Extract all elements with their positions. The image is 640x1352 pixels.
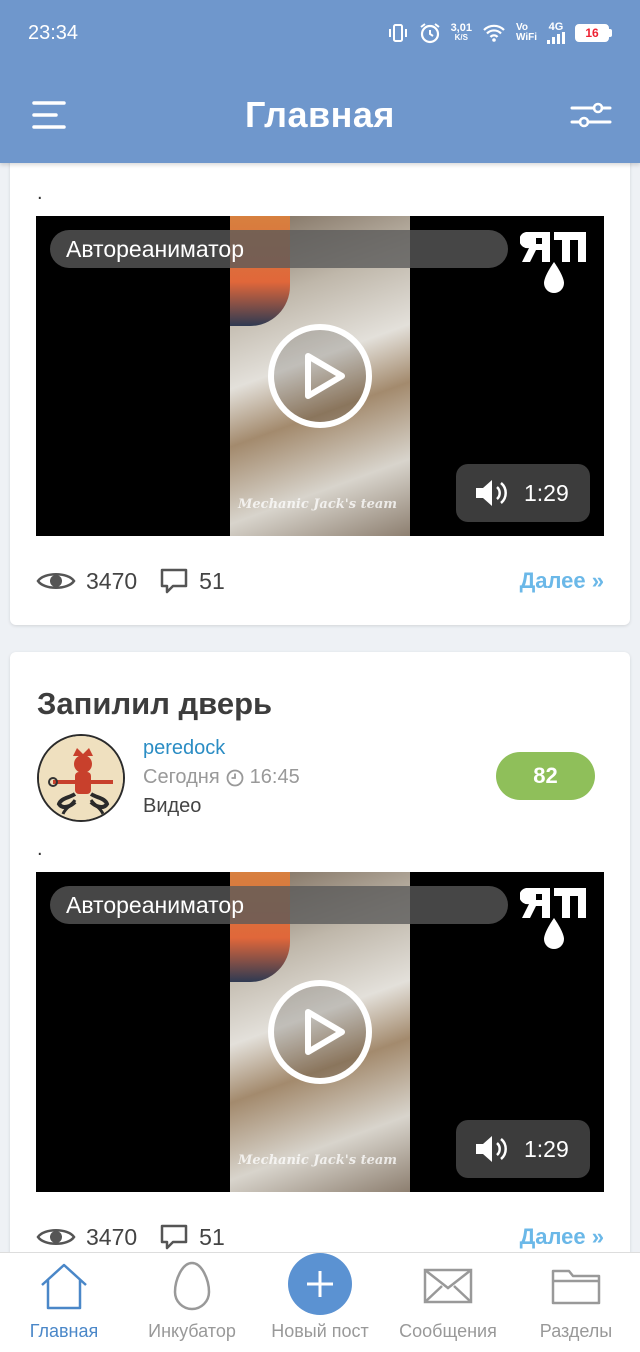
plus-icon xyxy=(307,1271,333,1297)
menu-icon[interactable] xyxy=(32,100,66,130)
filter-icon[interactable] xyxy=(570,100,612,130)
bottom-nav: Главная Инкубатор Новый пост Сообщения Р… xyxy=(0,1252,640,1352)
yap-logo-icon xyxy=(520,232,586,293)
avatar[interactable] xyxy=(37,734,125,822)
post-title[interactable]: Запилил дверь xyxy=(37,686,272,722)
status-bar: 23:34 3,01 K/S Vo WiFi 4G 16 xyxy=(0,0,640,66)
avatar-image xyxy=(39,736,123,820)
views-count: 3470 xyxy=(86,567,138,594)
read-more-link[interactable]: Далее » xyxy=(520,568,604,594)
vowifi-label: Vo WiFi xyxy=(515,22,537,43)
eye-icon xyxy=(36,573,76,589)
post-text: . xyxy=(37,838,43,860)
video-watermark: Mechanic Jack's team xyxy=(238,1153,398,1168)
post-tag[interactable]: Видео xyxy=(143,795,201,818)
comments-count: 51 xyxy=(199,1223,225,1250)
nav-label: Инкубатор xyxy=(148,1321,236,1341)
nav-label: Новый пост xyxy=(271,1321,369,1341)
alarm-icon xyxy=(419,23,440,44)
status-time: 23:34 xyxy=(28,21,79,44)
nav-new-post[interactable]: Новый пост xyxy=(256,1253,384,1352)
signal-indicator: 4G xyxy=(547,22,565,44)
nav-incubator[interactable]: Инкубатор xyxy=(128,1253,256,1352)
read-more-link[interactable]: Далее » xyxy=(520,1224,604,1250)
yap-logo-icon xyxy=(520,888,586,949)
post-stats: 3470 51 Далее » xyxy=(36,563,604,599)
egg-icon xyxy=(173,1261,211,1311)
status-icons: 3,01 K/S Vo WiFi 4G 16 xyxy=(387,22,612,44)
post-card: . Mechanic Jack's team Автореаниматор 1:… xyxy=(10,140,630,625)
eye-icon xyxy=(36,1229,76,1245)
video-player[interactable]: Mechanic Jack's team Автореаниматор 1:29 xyxy=(36,872,604,1192)
video-watermark: Mechanic Jack's team xyxy=(238,497,398,512)
nav-sections[interactable]: Разделы xyxy=(512,1253,640,1352)
folder-icon xyxy=(551,1269,601,1305)
video-category-label: Автореаниматор xyxy=(50,886,508,924)
video-duration-pill: 1:29 xyxy=(456,464,590,522)
post-card: Запилил дверь peredock Сегодня 16:45 Вид… xyxy=(10,652,630,1332)
nav-home[interactable]: Главная xyxy=(0,1253,128,1352)
views-count: 3470 xyxy=(86,1223,138,1250)
post-text: . xyxy=(37,182,43,204)
clock-icon xyxy=(226,769,244,786)
comment-icon xyxy=(160,568,188,594)
volume-icon[interactable] xyxy=(474,478,508,508)
net-speed: 3,01 K/S xyxy=(450,22,472,43)
author-name[interactable]: peredock xyxy=(143,737,225,760)
video-duration: 1:29 xyxy=(524,479,569,506)
video-player[interactable]: Mechanic Jack's team Автореаниматор 1:29 xyxy=(36,216,604,536)
video-duration: 1:29 xyxy=(524,1135,569,1162)
post-datetime: Сегодня 16:45 xyxy=(143,766,300,788)
post-stats: 3470 51 Далее » xyxy=(36,1219,604,1255)
signal-bars-icon xyxy=(547,32,565,44)
play-icon[interactable] xyxy=(266,978,374,1086)
nav-label: Разделы xyxy=(539,1321,613,1341)
play-icon[interactable] xyxy=(266,322,374,430)
wifi-icon xyxy=(483,24,505,42)
nav-label: Сообщения xyxy=(399,1321,497,1341)
nav-messages[interactable]: Сообщения xyxy=(384,1253,512,1352)
home-icon xyxy=(41,1263,87,1310)
page-title: Главная xyxy=(245,93,395,135)
comment-icon xyxy=(160,1224,188,1250)
rating-badge[interactable]: 82 xyxy=(496,752,595,800)
title-bar: Главная xyxy=(0,66,640,163)
vibrate-icon xyxy=(388,24,407,42)
nav-label: Главная xyxy=(29,1321,99,1341)
envelope-icon xyxy=(423,1268,473,1304)
comments-count: 51 xyxy=(199,567,225,594)
battery-indicator: 16 xyxy=(575,24,612,42)
app-header: 23:34 3,01 K/S Vo WiFi 4G 16 Главная xyxy=(0,0,640,163)
volume-icon[interactable] xyxy=(474,1134,508,1164)
video-duration-pill: 1:29 xyxy=(456,1120,590,1178)
video-category-label: Автореаниматор xyxy=(50,230,508,268)
